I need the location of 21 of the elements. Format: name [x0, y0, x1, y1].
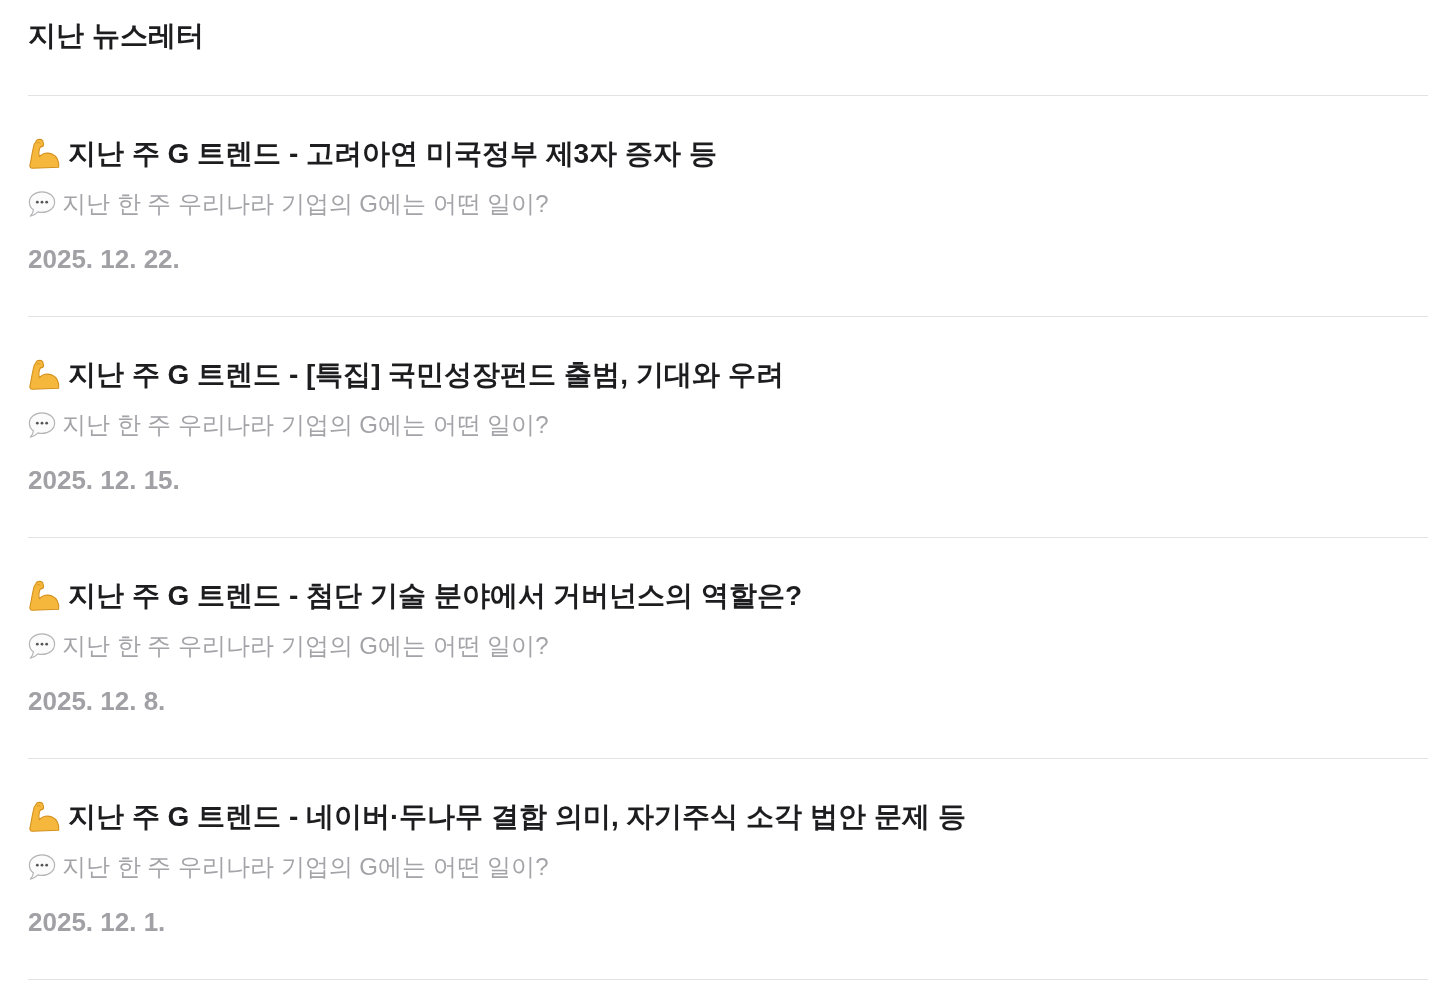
newsletter-title[interactable]: 지난 주 G 트렌드 - 고려아연 미국정부 제3자 증자 등 — [68, 136, 717, 172]
newsletter-date: 2025. 12. 22. — [28, 244, 180, 274]
newsletter-date: 2025. 12. 15. — [28, 465, 180, 495]
flexed-arm-icon — [28, 801, 60, 833]
speech-bubble-icon — [28, 190, 56, 218]
newsletter-title[interactable]: 지난 주 G 트렌드 - 첨단 기술 분야에서 거버넌스의 역할은? — [68, 578, 803, 614]
speech-bubble-icon — [28, 632, 56, 660]
flexed-arm-icon — [28, 138, 60, 170]
newsletter-title[interactable]: 지난 주 G 트렌드 - 네이버·두나무 결합 의미, 자기주식 소각 법안 문제 등 — [68, 799, 966, 835]
section-heading: 지난 뉴스레터 — [28, 19, 205, 53]
newsletter-summary: 지난 한 주 우리나라 기업의 G에는 어떤 일이? — [62, 189, 549, 219]
newsletter-summary: 지난 한 주 우리나라 기업의 G에는 어떤 일이? — [62, 410, 549, 440]
newsletter-date: 2025. 12. 1. — [28, 907, 166, 937]
newsletter-date: 2025. 12. 8. — [28, 686, 166, 716]
newsletter-summary: 지난 한 주 우리나라 기업의 G에는 어떤 일이? — [62, 852, 549, 882]
newsletter-title[interactable]: 지난 주 G 트렌드 - [특집] 국민성장펀드 출범, 기대와 우려 — [68, 357, 784, 393]
speech-bubble-icon — [28, 853, 56, 881]
flexed-arm-icon — [28, 359, 60, 391]
speech-bubble-icon — [28, 411, 56, 439]
flexed-arm-icon — [28, 580, 60, 612]
newsletter-summary: 지난 한 주 우리나라 기업의 G에는 어떤 일이? — [62, 631, 549, 661]
